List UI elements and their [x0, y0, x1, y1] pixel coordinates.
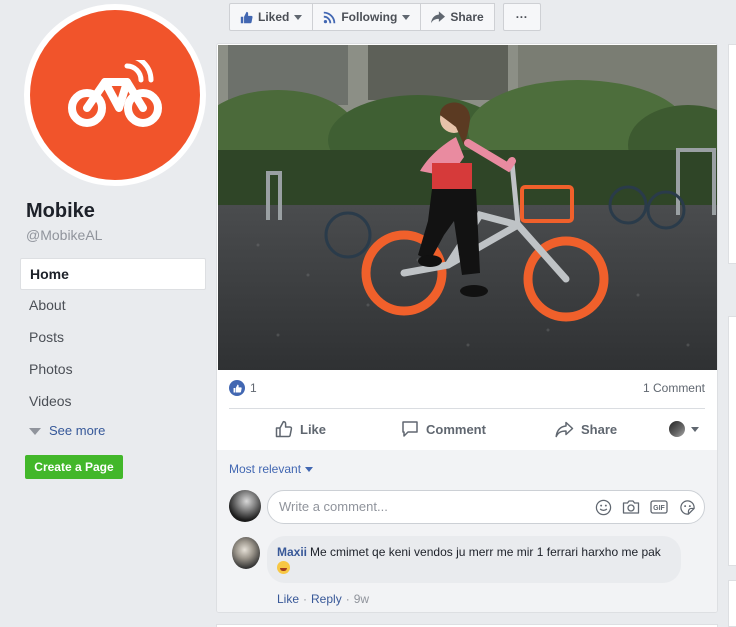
- comment-text: Me cmimet qe keni vendos ju merr me mir …: [310, 545, 661, 559]
- left-column: Mobike @MobikeAL Home About Posts Photos…: [0, 0, 216, 627]
- comment-bubble-icon: [402, 421, 418, 437]
- right-column-card-edge: [728, 316, 736, 566]
- chevron-down-icon: [29, 427, 41, 435]
- comment-timestamp[interactable]: 9w: [354, 592, 369, 606]
- chevron-down-icon: [305, 466, 314, 472]
- see-more-link[interactable]: See more: [20, 418, 206, 444]
- post-card: 1 1 Comment Like Comment Share Most rele…: [216, 43, 718, 613]
- following-button[interactable]: Following: [313, 3, 422, 31]
- nav-item-photos[interactable]: Photos: [20, 354, 206, 386]
- chevron-down-icon: [402, 14, 411, 20]
- comment-attachment-icons: GIF: [594, 498, 696, 516]
- share-arrow-icon: [555, 421, 574, 437]
- viewer-avatar: [669, 421, 685, 437]
- separator: ·: [345, 592, 350, 606]
- divider: [229, 408, 705, 409]
- camera-icon[interactable]: [622, 498, 640, 516]
- more-options-button[interactable]: ···: [502, 3, 541, 31]
- post-share-label: Share: [581, 421, 618, 437]
- comment-input[interactable]: [279, 499, 579, 514]
- rss-feed-icon: [324, 11, 336, 23]
- comments-section: Most relevant GIF M: [217, 450, 717, 612]
- following-label: Following: [341, 10, 398, 24]
- nav-item-about[interactable]: About: [20, 290, 206, 322]
- reaction-count: 1: [250, 381, 257, 395]
- comment-reply-link[interactable]: Reply: [311, 592, 342, 606]
- share-label: Share: [450, 10, 484, 24]
- thumbs-up-icon: [240, 11, 253, 23]
- comment-author[interactable]: Maxii: [277, 545, 307, 559]
- svg-text:GIF: GIF: [653, 505, 665, 512]
- reaction-summary[interactable]: 1: [229, 380, 257, 396]
- liked-button[interactable]: Liked: [229, 3, 314, 31]
- profile-picture[interactable]: [30, 10, 200, 180]
- comment-sort-dropdown[interactable]: Most relevant: [229, 462, 314, 476]
- see-more-label: See more: [49, 423, 106, 438]
- comment-meta: Like · Reply · 9w: [277, 592, 369, 606]
- page-handle[interactable]: @MobikeAL: [26, 227, 102, 243]
- comment-input-box: GIF: [267, 490, 705, 524]
- separator: ·: [303, 592, 308, 606]
- nav-item-videos[interactable]: Videos: [20, 386, 206, 418]
- laughing-emoji-icon: [277, 561, 290, 574]
- more-icon: ···: [515, 10, 528, 24]
- post-comment-button[interactable]: Comment: [401, 420, 486, 438]
- my-avatar[interactable]: [229, 490, 261, 522]
- comment-bubble: Maxii Me cmimet qe keni vendos ju merr me…: [267, 536, 681, 583]
- chevron-down-icon: [691, 426, 699, 432]
- liked-label: Liked: [258, 10, 290, 24]
- post-like-label: Like: [300, 421, 327, 437]
- mobike-logo-icon: [68, 60, 162, 127]
- gif-icon[interactable]: GIF: [650, 498, 668, 516]
- page-nav: Home About Posts Photos Videos See more: [20, 258, 206, 444]
- page-name[interactable]: Mobike: [26, 200, 95, 223]
- comment-like-link[interactable]: Like: [277, 592, 299, 606]
- react-as-selector[interactable]: [669, 421, 699, 437]
- page-action-bar: Liked Following Share ···: [229, 3, 541, 31]
- share-arrow-icon: [431, 10, 446, 23]
- post-like-button[interactable]: Like: [275, 420, 326, 438]
- comment-sort-label: Most relevant: [229, 462, 302, 476]
- commenter-avatar[interactable]: [232, 537, 260, 569]
- chevron-down-icon: [294, 14, 303, 20]
- thumbs-up-outline-icon: [275, 420, 293, 438]
- right-column-card-edge: [728, 580, 736, 627]
- comment-count-link[interactable]: 1 Comment: [643, 381, 705, 395]
- create-page-button[interactable]: Create a Page: [25, 455, 123, 479]
- post-photo[interactable]: [218, 45, 717, 370]
- share-page-button[interactable]: Share: [421, 3, 495, 31]
- nav-item-home[interactable]: Home: [20, 258, 206, 290]
- emoji-icon[interactable]: [594, 498, 612, 516]
- like-reaction-icon: [229, 380, 245, 396]
- nav-item-posts[interactable]: Posts: [20, 322, 206, 354]
- post-actions: Like Comment Share: [229, 411, 705, 447]
- right-column-card-edge: [728, 44, 736, 264]
- post-share-button[interactable]: Share: [555, 421, 617, 438]
- post-comment-label: Comment: [426, 421, 486, 437]
- sticker-icon[interactable]: [678, 498, 696, 516]
- bike-rider-photo: [218, 45, 717, 370]
